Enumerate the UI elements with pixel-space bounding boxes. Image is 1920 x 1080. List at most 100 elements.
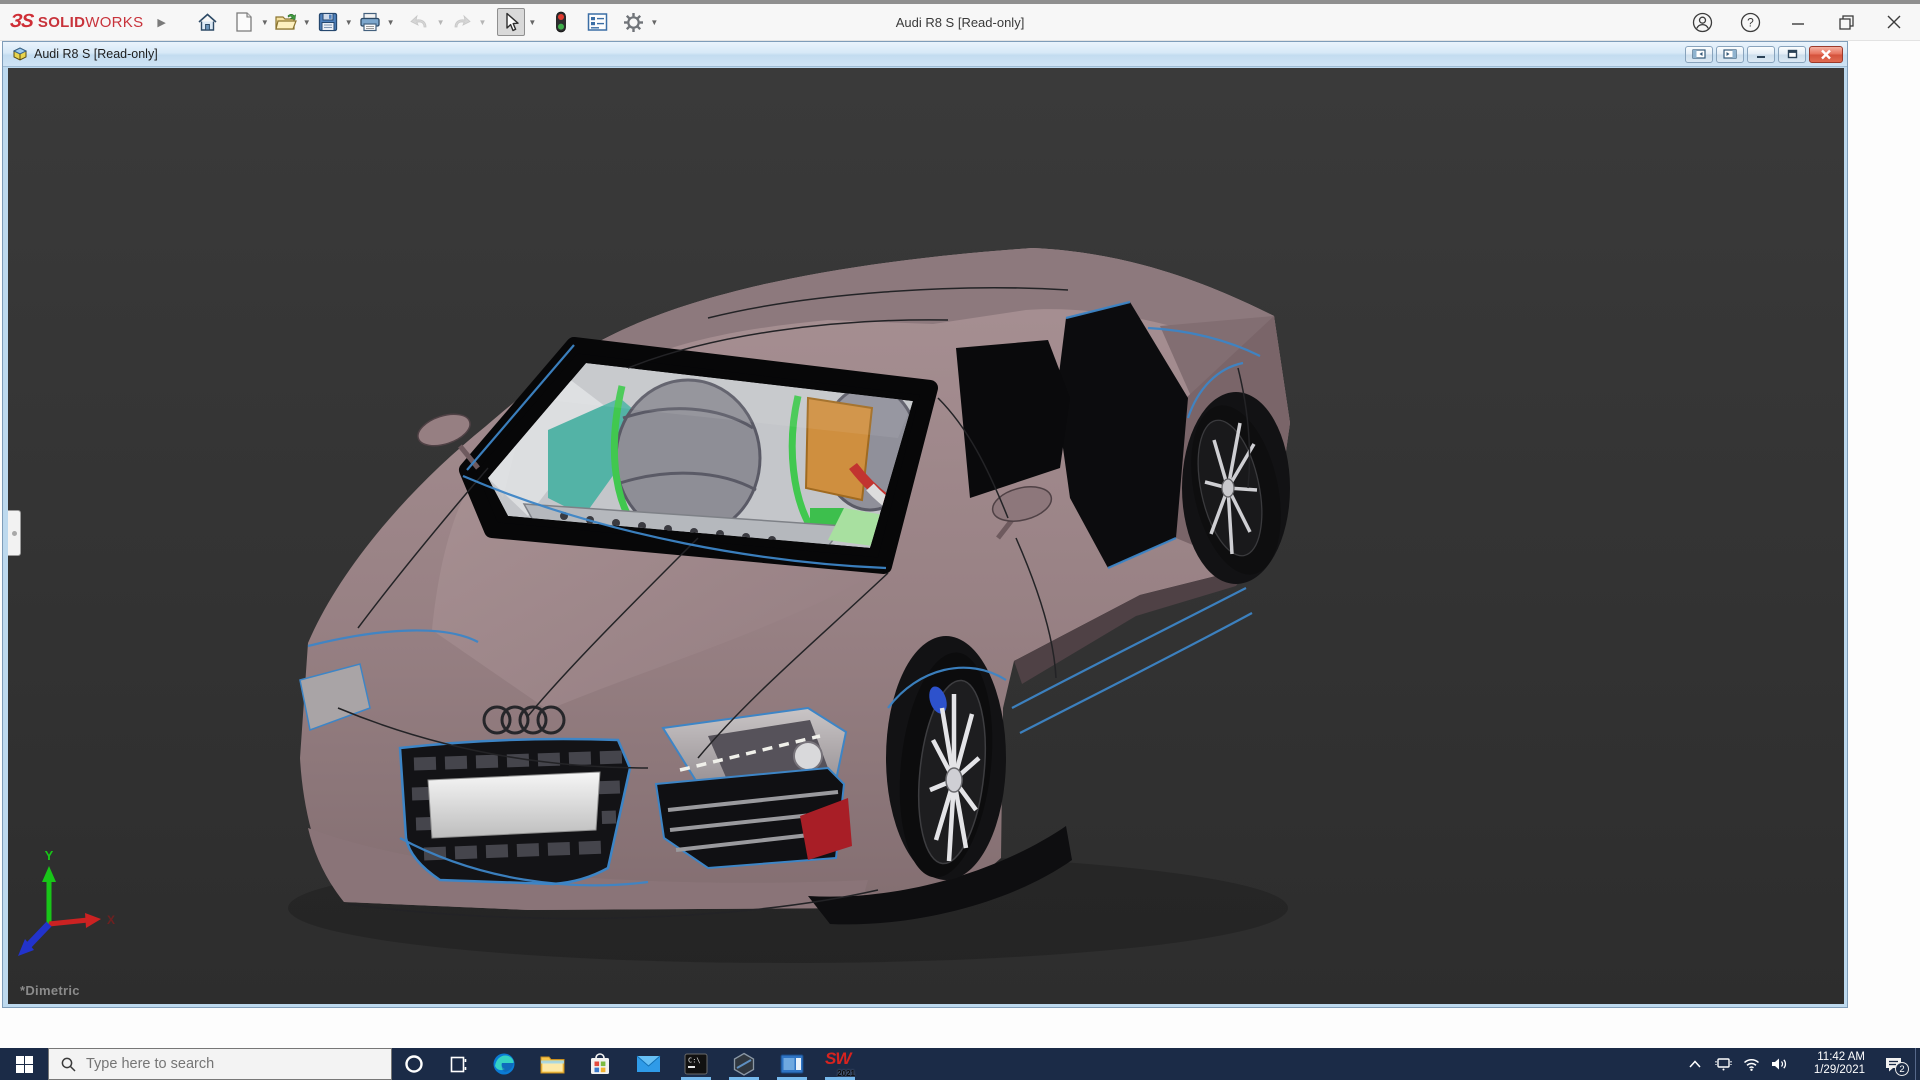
show-right-pane-button[interactable] — [1716, 46, 1744, 63]
solidworks-app: Audi R8 S [Read-only] ЗS SOLIDWORKS ▶ — [0, 0, 1920, 1080]
save-button[interactable] — [314, 8, 342, 36]
graphics-viewport[interactable]: Y X *Dimetric — [8, 68, 1844, 1004]
pane-left-icon — [1692, 49, 1706, 59]
brand-works: WORKS — [85, 14, 143, 31]
taskbar-app-mail[interactable] — [624, 1048, 672, 1080]
taskbar-search[interactable] — [48, 1048, 392, 1080]
select-dropdown-icon[interactable]: ▼ — [525, 18, 539, 27]
quick-toolbar: ▼ ▼ ▼ — [194, 8, 667, 36]
taskbar-app-edge[interactable] — [480, 1048, 528, 1080]
hexagon-app-icon — [732, 1052, 756, 1076]
options-form-button[interactable] — [583, 8, 611, 36]
options-form-icon — [587, 12, 608, 32]
new-document-button[interactable] — [230, 8, 258, 36]
selection-filter-icon — [554, 11, 568, 33]
save-icon — [318, 12, 338, 32]
help-button[interactable]: ? — [1738, 10, 1762, 34]
solidworks-logo: ЗS SOLIDWORKS — [0, 11, 143, 33]
cortana-button[interactable] — [392, 1048, 436, 1080]
open-button[interactable] — [272, 8, 300, 36]
tray-volume-button[interactable] — [1765, 1048, 1793, 1080]
tray-wifi-button[interactable] — [1737, 1048, 1765, 1080]
svg-text:?: ? — [1747, 15, 1754, 29]
taskbar-app-file-explorer[interactable] — [528, 1048, 576, 1080]
taskbar-app-window[interactable] — [768, 1048, 816, 1080]
close-button[interactable] — [1882, 10, 1906, 34]
redo-dropdown-icon[interactable]: ▼ — [475, 18, 489, 27]
doc-restore-button[interactable] — [1778, 46, 1806, 63]
minimize-button[interactable] — [1786, 10, 1810, 34]
app-titlebar: Audi R8 S [Read-only] ЗS SOLIDWORKS ▶ — [0, 4, 1920, 41]
feature-manager-collapsed-tab[interactable] — [8, 510, 21, 556]
select-tool-button[interactable] — [497, 8, 525, 36]
help-icon: ? — [1740, 12, 1761, 33]
open-dropdown-icon[interactable]: ▼ — [300, 18, 314, 27]
doc-restore-icon — [1787, 49, 1798, 59]
open-folder-icon — [275, 12, 297, 32]
task-view-icon — [449, 1055, 468, 1074]
pane-right-icon — [1723, 49, 1737, 59]
new-dropdown-icon[interactable]: ▼ — [258, 18, 272, 27]
tray-display-button[interactable] — [1709, 1048, 1737, 1080]
show-desktop-button[interactable] — [1915, 1048, 1920, 1080]
right-air-intake[interactable] — [656, 768, 852, 868]
app-window-icon — [780, 1054, 804, 1074]
triad-x-label: X — [107, 913, 115, 927]
task-view-button[interactable] — [436, 1048, 480, 1080]
search-input[interactable] — [86, 1056, 346, 1072]
store-icon — [589, 1053, 611, 1076]
menu-expand-icon[interactable]: ▶ — [157, 16, 165, 29]
home-icon — [197, 12, 218, 33]
settings-dropdown-icon[interactable]: ▼ — [647, 18, 661, 27]
undo-dropdown-icon[interactable]: ▼ — [434, 18, 448, 27]
selection-filter-button[interactable] — [547, 8, 575, 36]
settings-button[interactable] — [619, 8, 647, 36]
windshield[interactable] — [467, 345, 930, 566]
print-button[interactable] — [356, 8, 384, 36]
tray-expand-button[interactable] — [1681, 1048, 1709, 1080]
redo-button[interactable] — [447, 8, 475, 36]
gear-icon — [623, 12, 644, 33]
display-icon — [1715, 1057, 1732, 1071]
taskbar-app-command-prompt[interactable]: C:\ — [672, 1048, 720, 1080]
clock-date: 1/29/2021 — [1814, 1064, 1865, 1077]
doc-minimize-button[interactable] — [1747, 46, 1775, 63]
front-grille[interactable] — [400, 739, 630, 884]
window-controls: ? — [1690, 10, 1920, 34]
taskbar-app-solidworks[interactable]: SW 2021 — [816, 1048, 864, 1080]
speaker-icon — [1771, 1057, 1788, 1071]
action-center-button[interactable]: 2 — [1871, 1048, 1915, 1080]
document-title: Audi R8 S [Read-only] — [34, 47, 158, 61]
taskbar-clock[interactable]: 11:42 AM 1/29/2021 — [1793, 1048, 1871, 1080]
left-mirror[interactable] — [414, 408, 478, 468]
restore-button[interactable] — [1834, 10, 1858, 34]
windows-logo-icon — [16, 1056, 33, 1073]
part-document-icon — [11, 46, 28, 62]
undo-button[interactable] — [406, 8, 434, 36]
new-document-icon — [235, 12, 253, 32]
edge-icon — [492, 1052, 516, 1076]
wifi-icon — [1743, 1058, 1760, 1071]
start-button[interactable] — [0, 1048, 48, 1080]
save-dropdown-icon[interactable]: ▼ — [342, 18, 356, 27]
close-icon — [1887, 15, 1901, 29]
taskbar-app-dev-tool[interactable] — [720, 1048, 768, 1080]
print-dropdown-icon[interactable]: ▼ — [384, 18, 398, 27]
system-tray: 11:42 AM 1/29/2021 2 — [1681, 1048, 1920, 1080]
account-button[interactable] — [1690, 10, 1714, 34]
view-orientation-label: *Dimetric — [20, 983, 80, 998]
taskbar-app-store[interactable] — [576, 1048, 624, 1080]
3d-model-audi-r8[interactable]: Y X — [8, 68, 1844, 1004]
document-window: Audi R8 S [Read-only] — [2, 41, 1848, 1008]
search-icon — [61, 1057, 76, 1072]
home-button[interactable] — [194, 8, 222, 36]
print-icon — [359, 12, 381, 32]
minimize-icon — [1791, 15, 1805, 29]
mail-icon — [636, 1054, 661, 1074]
doc-close-button[interactable] — [1809, 46, 1843, 63]
show-left-pane-button[interactable] — [1685, 46, 1713, 63]
doc-minimize-icon — [1756, 50, 1766, 59]
reference-triad: Y X — [18, 848, 115, 956]
document-titlebar[interactable]: Audi R8 S [Read-only] — [3, 42, 1847, 67]
restore-icon — [1839, 15, 1854, 30]
